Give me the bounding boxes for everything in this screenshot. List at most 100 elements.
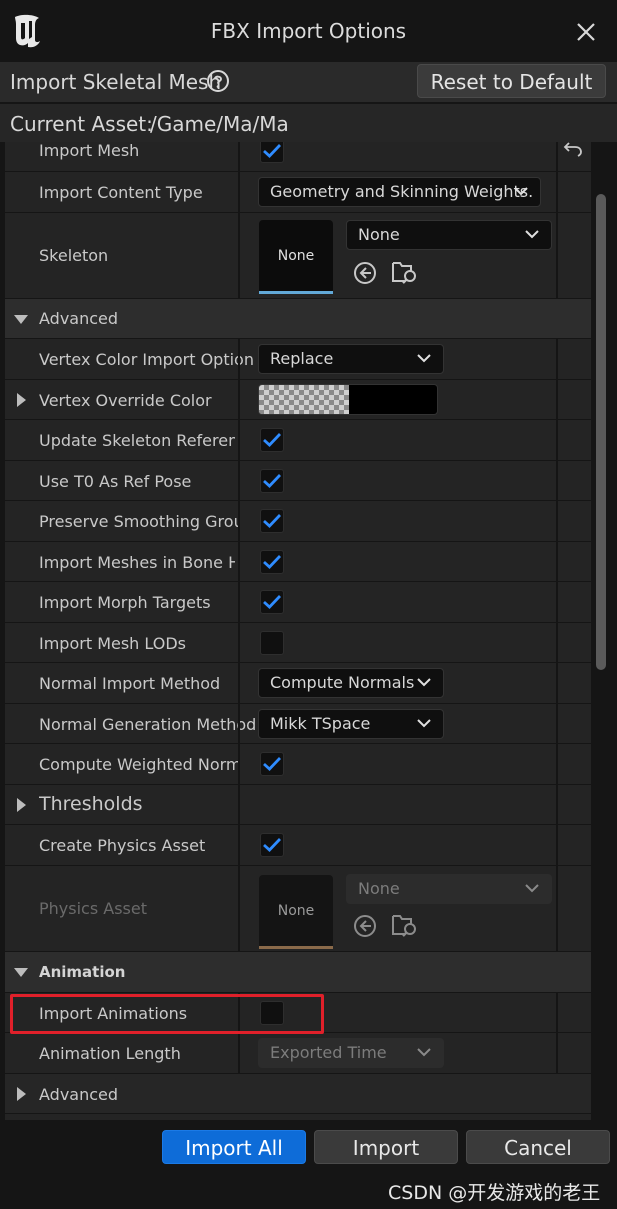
expand-arrow-icon[interactable] [17,393,26,407]
combo-value: Geometry and Skinning Weights. [270,182,534,201]
row-preserve-smoothing-groups: Preserve Smoothing Groups [5,501,591,542]
current-asset-path: /Game/Ma/Ma [150,112,289,136]
check-icon [263,555,281,569]
expand-arrow-icon [14,315,28,324]
skeleton-combo[interactable]: None [346,220,552,250]
browse-icon[interactable] [391,259,419,285]
update-skeleton-reference-checkbox[interactable] [260,428,284,452]
category-advanced[interactable]: Advanced [5,299,591,339]
import-meshes-in-bone-hierarchy-checkbox[interactable] [260,550,284,574]
window-title: FBX Import Options [210,19,407,43]
physics-asset-thumbnail: None [259,875,333,949]
help-icon[interactable] [206,69,230,93]
row-vertex-override-color: Vertex Override Color [5,380,591,420]
expand-arrow-icon [17,1087,26,1101]
expand-arrow-icon[interactable] [17,798,26,812]
row-label: Use T0 As Ref Pose [39,472,192,491]
import-mesh-lods-checkbox[interactable] [260,631,284,655]
row-vertex-color-import-option: Vertex Color Import Option Replace [5,339,591,380]
browse-icon [392,915,416,937]
row-compute-weighted-normals: Compute Weighted Normals [5,744,591,785]
check-icon [263,474,281,488]
cancel-button[interactable]: Cancel [466,1130,610,1164]
details-panel: Import Mesh Import Content Type Geometry… [5,142,591,1120]
combo-value: Compute Normals [270,673,415,692]
row-import-morph-targets: Import Morph Targets [5,582,591,623]
row-label: Physics Asset [39,899,147,918]
combo-value: None [358,879,400,898]
category-label: Advanced [39,1085,119,1104]
row-import-mesh-lods: Import Mesh LODs [5,623,591,663]
check-icon [263,838,281,852]
row-label: Import Morph Targets [39,593,211,612]
watermark: CSDN @开发游戏的老王 [388,1182,601,1204]
row-label: Create Physics Asset [39,836,206,855]
chevron-down-icon [525,884,539,893]
category-animation[interactable]: Animation [5,952,591,993]
check-icon [263,433,281,447]
import-morph-targets-checkbox[interactable] [260,590,284,614]
chevron-down-icon [525,230,539,239]
row-create-physics-asset: Create Physics Asset [5,825,591,866]
use-t0-as-ref-pose-checkbox[interactable] [260,469,284,493]
chevron-down-icon [514,187,528,196]
row-label: Import Content Type [39,183,203,202]
check-icon [263,757,281,771]
close-icon[interactable] [574,20,598,44]
combo-value: None [358,225,400,244]
check-icon [263,514,281,528]
combo-value: Mikk TSpace [270,714,371,733]
row-use-t0-as-ref-pose: Use T0 As Ref Pose [5,461,591,501]
row-label: Compute Weighted Normals [39,755,238,774]
scrollbar-thumb[interactable] [596,194,606,670]
combo-value: Exported Time [270,1043,387,1062]
normal-import-method-combo[interactable]: Compute Normals [258,668,444,698]
import-mesh-checkbox[interactable] [260,142,284,163]
highlight-box [10,994,324,1034]
thumbnail-label: None [277,248,315,264]
thumbnail-label: None [277,903,315,919]
row-label: Animation Length [39,1044,181,1063]
import-content-type-combo[interactable]: Geometry and Skinning Weights. [258,177,541,207]
skeleton-thumbnail[interactable]: None [259,220,333,294]
reset-arrow-icon[interactable] [563,142,583,158]
physics-asset-combo: None [346,874,552,904]
use-selected-icon [354,915,376,937]
section-label: Import Skeletal Mesh [10,70,222,94]
category-advanced-animation[interactable]: Advanced [5,1074,591,1114]
compute-weighted-normals-checkbox[interactable] [260,752,284,776]
row-update-skeleton-reference: Update Skeleton Referenc... [5,420,591,461]
category-label: Advanced [39,309,119,328]
check-icon [263,144,281,158]
row-physics-asset: Physics Asset None None [5,866,591,952]
current-asset-label: Current Asset: [10,112,153,136]
chevron-down-icon [417,354,431,363]
reset-to-default-button[interactable]: Reset to Default [417,64,606,98]
row-label: Normal Generation Method [39,715,257,734]
category-label: Animation [39,963,126,981]
row-import-content-type: Import Content Type Geometry and Skinnin… [5,172,591,213]
chevron-down-icon [417,1048,431,1057]
check-icon [263,595,281,609]
preserve-smoothing-groups-checkbox[interactable] [260,509,284,533]
vertex-override-color-swatch[interactable] [258,384,438,415]
chevron-down-icon [417,719,431,728]
normal-generation-method-combo[interactable]: Mikk TSpace [258,709,444,739]
row-label: Import Mesh LODs [39,634,186,653]
row-label: Normal Import Method [39,674,221,693]
import-all-button[interactable]: Import All [162,1130,306,1164]
row-label: Preserve Smoothing Groups [39,512,238,531]
row-label: Thresholds [39,793,143,815]
vertex-color-import-option-combo[interactable]: Replace [258,344,444,374]
combo-value: Replace [270,349,334,368]
row-thresholds: Thresholds [5,785,591,825]
title-bar: FBX Import Options [0,0,617,62]
row-import-mesh: Import Mesh [5,142,591,172]
row-label: Import Meshes in Bone Hi... [39,553,235,572]
import-button[interactable]: Import [314,1130,458,1164]
use-selected-icon[interactable] [353,261,377,285]
alpha-checker [259,385,349,414]
expand-arrow-icon [14,968,28,977]
row-normal-import-method: Normal Import Method Compute Normals [5,663,591,704]
create-physics-asset-checkbox[interactable] [260,833,284,857]
